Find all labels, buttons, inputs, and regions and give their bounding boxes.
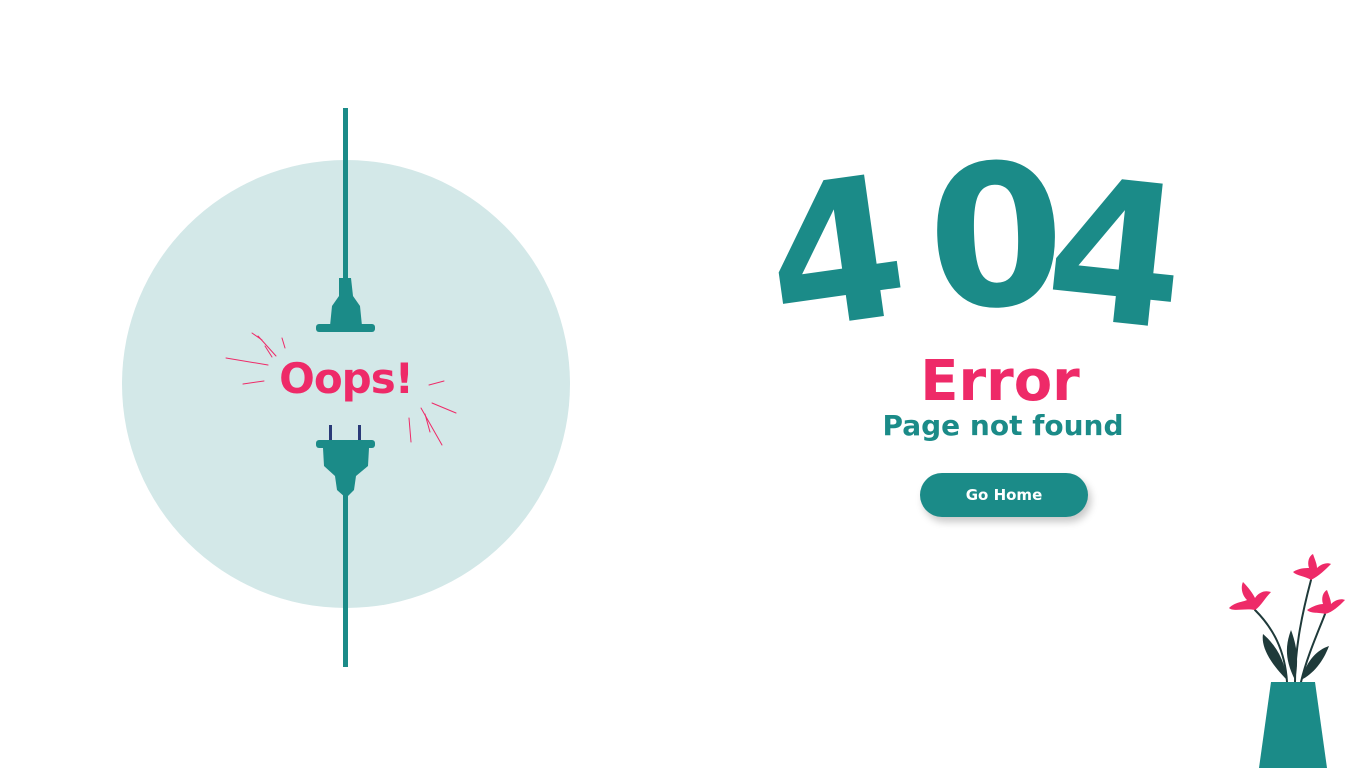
oops-label: Oops! <box>279 354 414 403</box>
flower-vase-icon <box>1225 550 1365 768</box>
error-page: Oops! 4 0 4 Error Page not found Go Home <box>0 0 1365 768</box>
error-code-digit: 4 <box>1036 134 1196 376</box>
error-code: 4 0 4 <box>753 122 1230 378</box>
flower-vase-graphic <box>1229 554 1345 768</box>
error-subtitle: Page not found <box>882 409 1124 442</box>
unplugged-illustration: Oops! <box>0 0 700 768</box>
error-message-block: 4 0 4 Error Page not found Go Home <box>753 122 1230 530</box>
error-title: Error <box>920 349 1080 414</box>
go-home-button[interactable]: Go Home <box>920 473 1088 517</box>
error-code-digit: 4 <box>752 132 920 378</box>
